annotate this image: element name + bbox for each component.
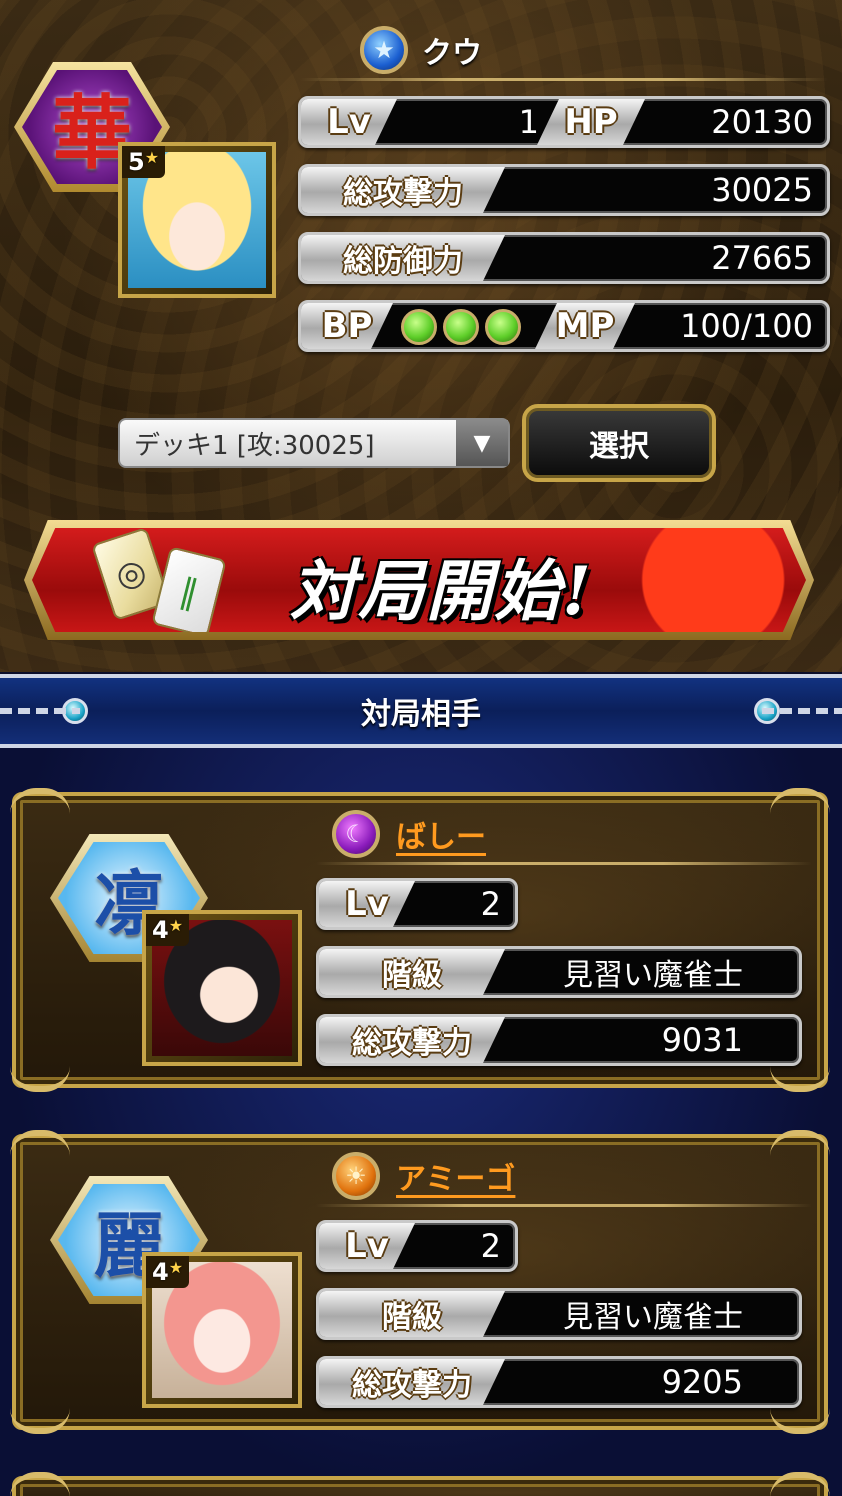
lv-label: Lv <box>319 881 415 927</box>
mp-label: MP <box>535 303 635 349</box>
total-attack-bar: 総攻撃力 9031 <box>316 1014 802 1066</box>
ornament-left-icon <box>0 688 110 734</box>
rarity-badge: 5★ <box>122 146 166 178</box>
opponent-name-row: ☀ アミーゴ <box>332 1152 515 1200</box>
start-match-button[interactable]: ◎ ‖ 対局開始! <box>24 520 814 640</box>
star-orb-icon: ★ <box>360 26 408 74</box>
star-icon: ★ <box>168 1258 184 1277</box>
bp-orb-icon <box>443 309 479 345</box>
mp-value: 100/100 <box>680 307 813 345</box>
opponent-name-row: ☾ ばしー <box>332 810 486 858</box>
sun-orb-icon: ☀ <box>332 1152 380 1200</box>
bp-mp-bar: BP MP 100/100 <box>298 300 830 352</box>
start-match-label: 対局開始! <box>290 552 593 630</box>
deck-dropdown-value: デッキ1 [攻:30025] <box>134 430 375 461</box>
rank-label: 階級 <box>319 949 505 995</box>
ornament-right-icon <box>732 688 842 734</box>
total-attack-value: 9205 <box>661 1363 743 1401</box>
lv-hp-bar: Lv 1 HP 20130 <box>298 96 830 148</box>
opponent-character-card: 4★ <box>142 910 302 1066</box>
bp-orbs <box>401 309 521 345</box>
opponents-header-title: 対局相手 <box>361 697 481 732</box>
corner-ornament-icon <box>10 788 70 814</box>
lv-value: 2 <box>480 885 501 923</box>
total-attack-label: 総攻撃力 <box>319 1017 505 1063</box>
total-attack-label: 総攻撃力 <box>319 1359 505 1405</box>
hp-value: 20130 <box>711 103 813 141</box>
opponent-card-partial[interactable] <box>10 1472 830 1496</box>
corner-ornament-icon <box>770 788 830 814</box>
opponent-character-card: 4★ <box>142 1252 302 1408</box>
corner-ornament-icon <box>770 1130 830 1156</box>
lv-bar: Lv 2 <box>316 878 518 930</box>
opponents-header: 対局相手 <box>0 674 842 748</box>
total-defense-value: 27665 <box>711 239 813 277</box>
star-icon: ★ <box>168 916 184 935</box>
player-name: クウ <box>422 36 482 71</box>
rarity-badge: 4★ <box>146 914 190 946</box>
corner-ornament-icon <box>770 1472 830 1496</box>
opponent-card[interactable]: ☾ ばしー 凛 4★ Lv 2 階級 見習い魔雀士 総攻撃力 9031 <box>10 788 830 1092</box>
total-attack-bar: 総攻撃力 30025 <box>298 164 830 216</box>
start-banner-face: ◎ ‖ 対局開始! <box>32 528 806 632</box>
player-panel: ★ クウ 華 5★ Lv 1 HP 20130 総攻撃力 30025 総防御力 … <box>0 0 842 672</box>
rank-label: 階級 <box>319 1291 505 1337</box>
rank-value: 見習い魔雀士 <box>563 958 743 993</box>
opponent-card[interactable]: ☀ アミーゴ 麗 4★ Lv 2 階級 見習い魔雀士 総攻撃力 9205 <box>10 1130 830 1434</box>
lv-value: 1 <box>518 103 539 141</box>
total-defense-label: 総防御力 <box>301 235 505 281</box>
total-defense-bar: 総防御力 27665 <box>298 232 830 284</box>
lv-value: 2 <box>480 1227 501 1265</box>
rank-bar: 階級 見習い魔雀士 <box>316 1288 802 1340</box>
select-deck-button[interactable]: 選択 <box>522 404 716 482</box>
moon-orb-icon: ☾ <box>332 810 380 858</box>
lv-bar: Lv 2 <box>316 1220 518 1272</box>
total-attack-bar: 総攻撃力 9205 <box>316 1356 802 1408</box>
total-attack-value: 30025 <box>711 171 813 209</box>
rank-value: 見習い魔雀士 <box>563 1300 743 1335</box>
bp-orb-icon <box>401 309 437 345</box>
rank-bar: 階級 見習い魔雀士 <box>316 946 802 998</box>
total-attack-value: 9031 <box>661 1021 743 1059</box>
lv-label: Lv <box>301 99 397 145</box>
lv-label: Lv <box>319 1223 415 1269</box>
opponent-name[interactable]: アミーゴ <box>396 1154 515 1198</box>
corner-ornament-icon <box>10 1472 70 1496</box>
total-attack-label: 総攻撃力 <box>301 167 505 213</box>
deck-dropdown[interactable]: デッキ1 [攻:30025] ▼ <box>118 418 510 468</box>
opponent-name[interactable]: ばしー <box>396 812 486 856</box>
rarity-badge: 4★ <box>146 1256 190 1288</box>
name-divider <box>300 78 828 81</box>
chevron-down-icon: ▼ <box>456 420 508 466</box>
bp-orb-icon <box>485 309 521 345</box>
bp-label: BP <box>301 303 393 349</box>
name-divider <box>316 862 812 865</box>
player-character-card[interactable]: 5★ <box>118 142 276 298</box>
corner-ornament-icon <box>10 1130 70 1156</box>
name-divider <box>316 1204 812 1207</box>
star-icon: ★ <box>144 148 160 167</box>
hp-label: HP <box>537 99 645 145</box>
mahjong-bamboo-tile-icon: ‖ <box>151 546 227 632</box>
